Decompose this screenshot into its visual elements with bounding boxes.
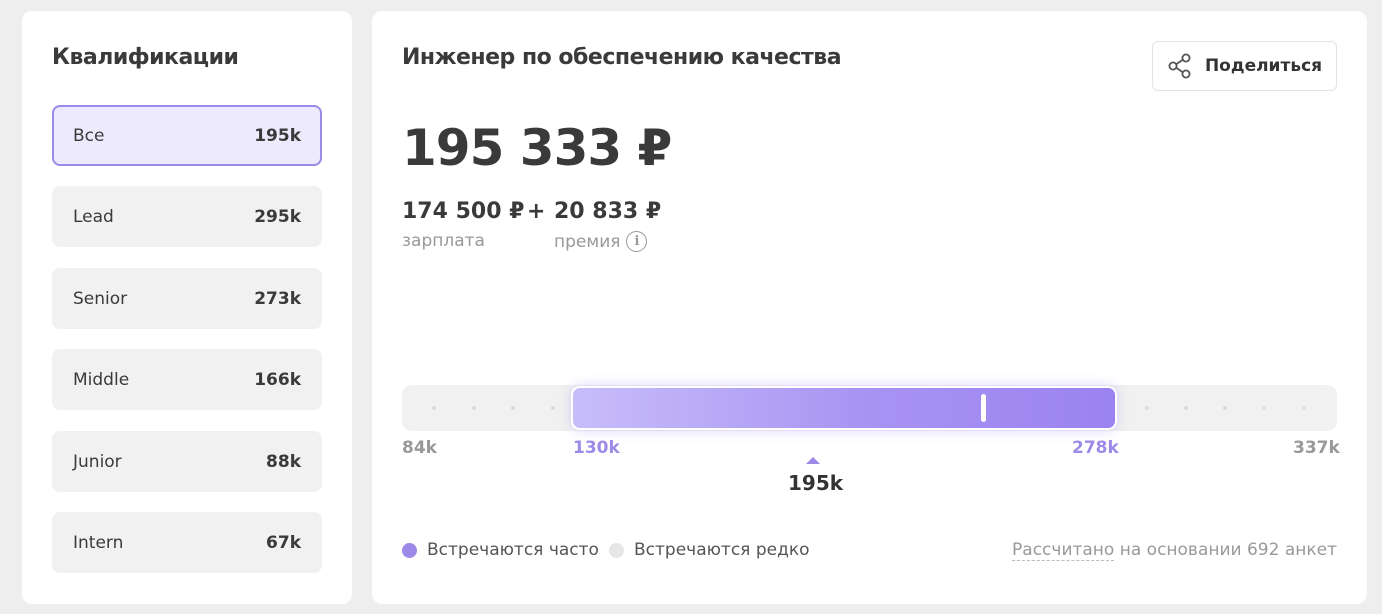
frequent-salary-range bbox=[571, 386, 1117, 430]
qualification-label: Senior bbox=[73, 288, 128, 309]
share-icon bbox=[1167, 53, 1193, 79]
range-max-label: 337k bbox=[1293, 438, 1340, 458]
share-label: Поделиться bbox=[1204, 56, 1323, 76]
legend-rare-dot bbox=[609, 542, 624, 558]
median-marker bbox=[981, 394, 986, 422]
qualification-label: Junior bbox=[73, 451, 122, 472]
qualification-label: Middle bbox=[73, 369, 130, 390]
qualifications-panel: Квалификации Все 195k Lead 295k Senior 2… bbox=[22, 11, 352, 604]
median-value-label: 195k bbox=[788, 471, 844, 495]
track-dot bbox=[511, 406, 515, 410]
qualifications-title: Квалификации bbox=[52, 45, 239, 70]
qualification-value: 295k bbox=[254, 206, 301, 227]
bonus-value: 20 833 ₽ bbox=[554, 199, 662, 224]
qualification-value: 166k bbox=[254, 369, 301, 390]
track-dot bbox=[1302, 406, 1306, 410]
qualification-label: Intern bbox=[73, 532, 124, 553]
qualification-item-all[interactable]: Все 195k bbox=[52, 105, 322, 166]
track-dot bbox=[1223, 406, 1227, 410]
calculation-info-link[interactable]: Рассчитано bbox=[1012, 540, 1115, 561]
bonus-label: премия i bbox=[554, 231, 648, 252]
calculation-footnote-text: на основании 692 анкет bbox=[1114, 540, 1337, 560]
range-high-label: 278k bbox=[1072, 438, 1119, 458]
track-dot bbox=[432, 406, 436, 410]
plus-sign: + bbox=[527, 199, 546, 224]
salary-panel: Инженер по обеспечению качества Поделить… bbox=[372, 11, 1367, 604]
track-dot bbox=[472, 406, 476, 410]
qualification-label: Lead bbox=[73, 206, 114, 227]
base-salary-label-text: зарплата bbox=[402, 231, 485, 251]
total-salary: 195 333 ₽ bbox=[402, 119, 672, 177]
legend-frequent-label: Встречаются часто bbox=[427, 540, 599, 560]
legend-frequent-dot bbox=[402, 542, 417, 558]
salary-range-track bbox=[402, 385, 1337, 431]
qualification-item-intern[interactable]: Intern 67k bbox=[52, 512, 322, 573]
track-dot bbox=[1262, 406, 1266, 410]
qualification-item-middle[interactable]: Middle 166k bbox=[52, 349, 322, 410]
qualification-value: 195k bbox=[254, 125, 301, 146]
median-arrow-icon bbox=[806, 457, 820, 464]
calculation-footnote: Рассчитано на основании 692 анкет bbox=[1012, 540, 1337, 561]
qualification-value: 88k bbox=[266, 451, 301, 472]
job-title: Инженер по обеспечению качества bbox=[402, 45, 842, 70]
legend-frequent: Встречаются часто bbox=[402, 540, 599, 560]
qualification-value: 273k bbox=[254, 288, 301, 309]
base-salary-value: 174 500 ₽ bbox=[402, 199, 525, 224]
qualification-item-senior[interactable]: Senior 273k bbox=[52, 268, 322, 329]
qualification-label: Все bbox=[73, 125, 105, 146]
qualification-value: 67k bbox=[266, 532, 301, 553]
range-low-label: 130k bbox=[573, 438, 620, 458]
base-salary-label: зарплата bbox=[402, 231, 485, 251]
legend-rare-label: Встречаются редко bbox=[634, 540, 810, 560]
track-dot bbox=[1184, 406, 1188, 410]
track-dot bbox=[1145, 406, 1149, 410]
qualification-item-lead[interactable]: Lead 295k bbox=[52, 186, 322, 247]
info-icon[interactable]: i bbox=[626, 231, 648, 252]
bonus-label-text: премия bbox=[554, 231, 621, 252]
range-min-label: 84k bbox=[402, 438, 437, 458]
legend-rare: Встречаются редко bbox=[609, 540, 810, 560]
track-dot bbox=[551, 406, 555, 410]
share-button[interactable]: Поделиться bbox=[1152, 41, 1337, 91]
qualification-item-junior[interactable]: Junior 88k bbox=[52, 431, 322, 492]
